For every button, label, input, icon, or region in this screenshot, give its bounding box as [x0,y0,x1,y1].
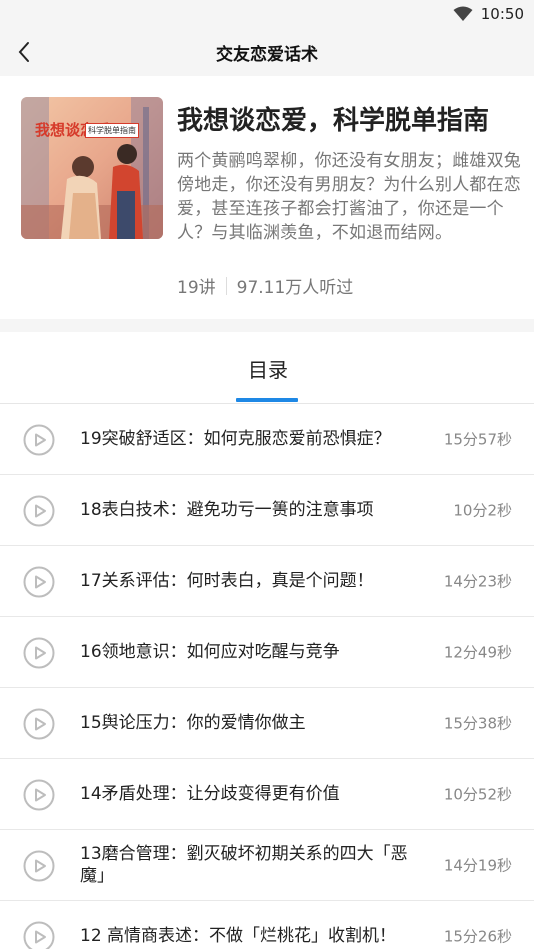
lesson-title: 19突破舒适区：如何克服恋爱前恐惧症？ [80,429,391,449]
course-header: 我想谈恋爱 科学脱单指南 我想谈恋爱，科学脱单指南 两个黄鹂鸣翠柳，你还没有女朋… [0,76,534,319]
play-circle-icon[interactable] [23,495,55,527]
course-meta: 19讲 97.11万人听过 [177,273,353,298]
status-time: 10:50 [480,5,524,23]
lesson-title: 12 高情商表述：不做「烂桃花」收割机！ [80,926,397,946]
lesson-title: 16领地意识：如何应对吃醒与竞争 [80,642,340,662]
lesson-duration: 15分57秒 [443,430,512,449]
page-title: 交友恋爱话术 [216,44,318,65]
listener-count: 97.11万人听过 [236,278,354,298]
meta-divider [225,276,227,295]
course-title: 我想谈恋爱，科学脱单指南 [177,106,490,136]
lesson-title: 17关系评估：何时表白，真是个问题！ [80,571,374,591]
play-circle-icon[interactable] [23,566,55,598]
lesson-duration: 12分49秒 [443,643,512,662]
nav-bar: 交友恋爱话术 [0,28,534,76]
lesson-duration: 10分52秒 [443,785,512,804]
lesson-duration: 15分26秒 [443,927,512,946]
lesson-title: 18表白技术：避免功亏一篑的注意事项 [80,500,374,520]
lesson-row[interactable]: 18表白技术：避免功亏一篑的注意事项 10分2秒 [0,475,534,546]
lesson-row[interactable]: 19突破舒适区：如何克服恋爱前恐惧症？ 15分57秒 [0,404,534,475]
lesson-title: 13磨合管理：劉灭破坏初期关系的四大「恶魔」 [80,844,408,886]
wifi-icon [453,6,473,21]
play-circle-icon[interactable] [23,424,55,456]
back-button[interactable] [8,36,40,68]
play-circle-icon[interactable] [23,708,55,740]
lesson-duration: 15分38秒 [443,714,512,733]
lecture-count: 19讲 [177,278,216,298]
course-cover-image[interactable]: 我想谈恋爱 科学脱单指南 [21,97,163,239]
lesson-title: 15舆论压力：你的爱情你做主 [80,713,306,733]
lesson-row[interactable]: 13磨合管理：劉灭破坏初期关系的四大「恶魔」 14分19秒 [0,830,534,901]
lesson-row[interactable]: 17关系评估：何时表白，真是个问题！ 14分23秒 [0,546,534,617]
lesson-row[interactable]: 12 高情商表述：不做「烂桃花」收割机！ 15分26秒 [0,901,534,949]
tab-catalog[interactable]: 目录 [236,354,300,383]
lesson-row[interactable]: 15舆论压力：你的爱情你做主 15分38秒 [0,688,534,759]
cover-subtitle: 科学脱单指南 [85,123,139,138]
lesson-duration: 14分23秒 [443,572,512,591]
play-circle-icon[interactable] [23,921,55,949]
play-circle-icon[interactable] [23,850,55,882]
play-circle-icon[interactable] [23,779,55,811]
status-bar: 10:50 [0,0,534,28]
tab-indicator [236,398,298,402]
lesson-list: 19突破舒适区：如何克服恋爱前恐惧症？ 15分57秒 18表白技术：避免功亏一篑… [0,404,534,949]
course-description: 两个黄鹂鸣翠柳，你还没有女朋友；雌雄双兔傍地走，你还没有男朋友？为什么别人都在恋… [177,151,521,243]
lesson-row[interactable]: 16领地意识：如何应对吃醒与竞争 12分49秒 [0,617,534,688]
tab-bar: 目录 [0,332,534,404]
lesson-row[interactable]: 14矛盾处理：让分歧变得更有价值 10分52秒 [0,759,534,830]
lesson-duration: 14分19秒 [443,856,512,875]
chevron-left-icon [18,42,29,62]
lesson-duration: 10分2秒 [453,501,512,520]
lesson-title: 14矛盾处理：让分歧变得更有价值 [80,784,340,804]
play-circle-icon[interactable] [23,637,55,669]
